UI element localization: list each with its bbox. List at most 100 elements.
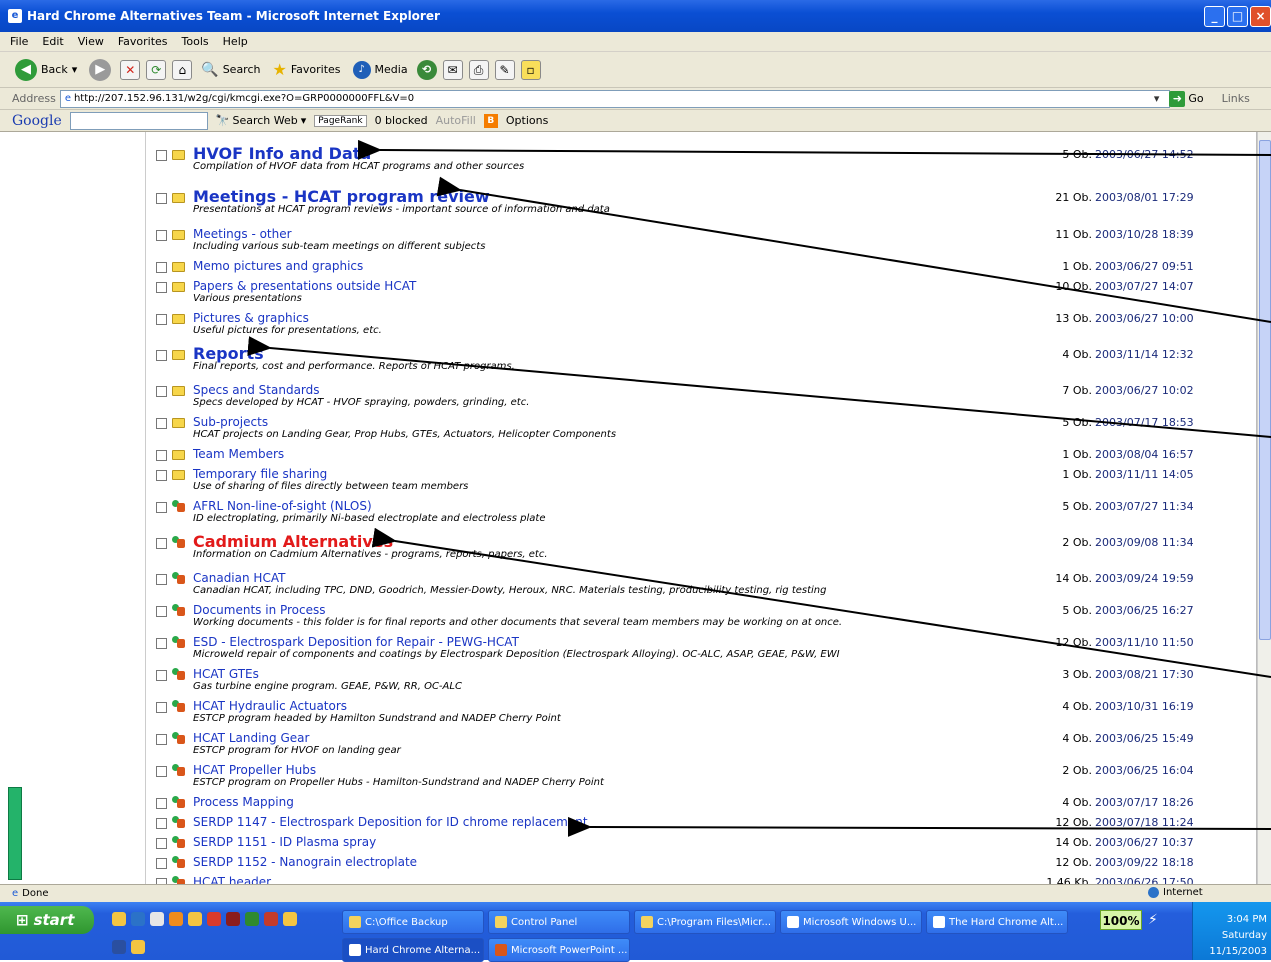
google-logo[interactable]: Google [12, 113, 62, 129]
task-control-panel[interactable]: Control Panel [488, 910, 630, 934]
google-search-input[interactable] [69, 111, 208, 130]
row-title-link[interactable]: Memo pictures and graphics [193, 259, 363, 273]
history-icon[interactable]: ⟲ [416, 59, 437, 80]
start-button[interactable]: ⊞ start [0, 906, 94, 934]
task-program-files[interactable]: C:\Program Files\Micr... [634, 910, 776, 934]
refresh-icon[interactable]: ⟳ [146, 59, 167, 80]
mail-icon[interactable]: ✉ [442, 59, 463, 80]
row-title-link[interactable]: Sub-projects [193, 415, 268, 429]
print-icon[interactable]: ⎙ [468, 59, 489, 80]
menu-file[interactable]: File [10, 35, 28, 48]
search-web-button[interactable]: 🔭 Search Web ▾ [216, 114, 307, 127]
menu-view[interactable]: View [78, 35, 104, 48]
blogger-icon[interactable]: B [483, 113, 498, 128]
row-checkbox[interactable] [156, 502, 167, 513]
app-icon[interactable] [188, 912, 202, 926]
row-title-link[interactable]: HCAT Landing Gear [193, 731, 309, 745]
options-button[interactable]: Options [506, 114, 548, 127]
row-checkbox[interactable] [156, 766, 167, 777]
app-icon[interactable] [207, 912, 221, 926]
row-checkbox[interactable] [156, 350, 167, 361]
row-title-link[interactable]: ESD - Electrospark Deposition for Repair… [193, 635, 519, 649]
menu-edit[interactable]: Edit [42, 35, 63, 48]
messenger-icon[interactable]: ▫ [520, 59, 541, 80]
media-player-icon[interactable] [169, 912, 183, 926]
links-button[interactable]: Links [1222, 92, 1250, 105]
row-checkbox[interactable] [156, 193, 167, 204]
row-title-link[interactable]: Canadian HCAT [193, 571, 285, 585]
word-icon[interactable] [112, 940, 126, 954]
minimize-button[interactable]: _ [1204, 6, 1225, 27]
address-dropdown-icon[interactable]: ▾ [1154, 92, 1160, 105]
maximize-button[interactable]: □ [1227, 6, 1248, 27]
desktop-icon[interactable] [150, 912, 164, 926]
task-office-backup[interactable]: C:\Office Backup [342, 910, 484, 934]
autofill-button[interactable]: AutoFill [436, 114, 476, 127]
row-checkbox[interactable] [156, 858, 167, 869]
row-checkbox[interactable] [156, 230, 167, 241]
row-title-link[interactable]: HCAT Propeller Hubs [193, 763, 316, 777]
task-windows-update[interactable]: Microsoft Windows U... [780, 910, 922, 934]
row-title-link[interactable]: Meetings - other [193, 227, 292, 241]
search-button[interactable]: 🔍 Search [198, 60, 263, 80]
app-icon[interactable] [245, 912, 259, 926]
stop-icon[interactable]: ✕ [120, 59, 141, 80]
row-checkbox[interactable] [156, 702, 167, 713]
row-title-link[interactable]: Pictures & graphics [193, 311, 309, 325]
row-checkbox[interactable] [156, 734, 167, 745]
row-checkbox[interactable] [156, 282, 167, 293]
close-button[interactable]: × [1250, 6, 1271, 27]
row-title-link[interactable]: Specs and Standards [193, 383, 320, 397]
task-hard-chrome[interactable]: The Hard Chrome Alt... [926, 910, 1068, 934]
row-checkbox[interactable] [156, 670, 167, 681]
task-hard-chrome-active[interactable]: Hard Chrome Alterna... [342, 938, 484, 962]
folder-icon[interactable] [112, 912, 126, 926]
popup-blocker[interactable]: 0 blocked [375, 114, 428, 127]
favorites-button[interactable]: ★ Favorites [269, 58, 343, 81]
row-title-link[interactable]: SERDP 1152 - Nanograin electroplate [193, 855, 417, 869]
row-checkbox[interactable] [156, 818, 167, 829]
menu-help[interactable]: Help [223, 35, 248, 48]
menu-tools[interactable]: Tools [182, 35, 209, 48]
row-checkbox[interactable] [156, 470, 167, 481]
row-checkbox[interactable] [156, 450, 167, 461]
home-icon[interactable]: ⌂ [172, 59, 193, 80]
app-icon[interactable] [264, 912, 278, 926]
row-title-link[interactable]: AFRL Non-line-of-sight (NLOS) [193, 499, 372, 513]
scrollbar-thumb[interactable] [1259, 140, 1271, 640]
address-input[interactable]: e http://207.152.96.131/w2g/cgi/kmcgi.ex… [59, 89, 1170, 108]
app-icon[interactable] [283, 912, 297, 926]
row-checkbox[interactable] [156, 418, 167, 429]
task-powerpoint[interactable]: Microsoft PowerPoint ... [488, 938, 630, 962]
row-title-link[interactable]: Team Members [193, 447, 284, 461]
row-checkbox[interactable] [156, 314, 167, 325]
row-title-link[interactable]: SERDP 1151 - ID Plasma spray [193, 835, 376, 849]
row-title-link[interactable]: Papers & presentations outside HCAT [193, 279, 416, 293]
row-title-link[interactable]: HCAT header [193, 875, 271, 884]
row-checkbox[interactable] [156, 638, 167, 649]
row-title-link[interactable]: Temporary file sharing [193, 467, 327, 481]
row-title-link[interactable]: SERDP 1147 - Electrospark Deposition for… [193, 815, 588, 829]
row-checkbox[interactable] [156, 606, 167, 617]
app-icon[interactable] [131, 940, 145, 954]
row-title-link[interactable]: HCAT GTEs [193, 667, 259, 681]
row-checkbox[interactable] [156, 574, 167, 585]
ie-quick-icon[interactable] [131, 912, 145, 926]
green-side-tab[interactable] [8, 787, 22, 880]
row-checkbox[interactable] [156, 798, 167, 809]
media-button[interactable]: ♪ Media [350, 59, 411, 81]
app-icon[interactable] [226, 912, 240, 926]
vertical-scrollbar[interactable] [1257, 132, 1271, 884]
row-title-link[interactable]: Process Mapping [193, 795, 294, 809]
go-button[interactable]: ➜ Go [1169, 90, 1204, 107]
row-title-link[interactable]: Documents in Process [193, 603, 326, 617]
row-checkbox[interactable] [156, 386, 167, 397]
row-checkbox[interactable] [156, 538, 167, 549]
back-button[interactable]: ◀ Back ▾ [12, 57, 80, 83]
row-checkbox[interactable] [156, 150, 167, 161]
edit-icon[interactable]: ✎ [494, 59, 515, 80]
row-checkbox[interactable] [156, 838, 167, 849]
row-title-link[interactable]: HCAT Hydraulic Actuators [193, 699, 347, 713]
forward-button[interactable]: ▶ [86, 57, 114, 83]
row-checkbox[interactable] [156, 262, 167, 273]
